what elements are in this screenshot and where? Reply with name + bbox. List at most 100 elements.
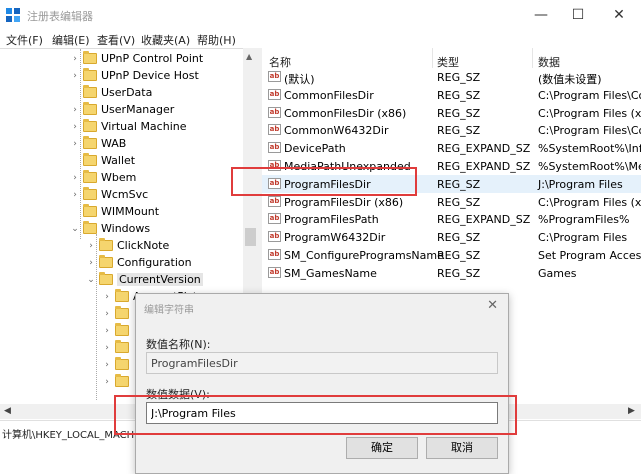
menu-help[interactable]: 帮助(H) xyxy=(197,32,236,48)
chevron-right-icon[interactable]: › xyxy=(70,190,80,200)
tree-item[interactable]: › UPnP Control Point xyxy=(70,50,203,67)
chevron-right-icon[interactable]: › xyxy=(70,71,80,81)
chevron-right-icon[interactable]: › xyxy=(70,139,80,149)
edit-string-dialog: 编辑字符串 ✕ 数值名称(N): 数值数据(V): 确定 取消 xyxy=(135,293,509,474)
tree-item[interactable]: › WAB xyxy=(70,135,126,152)
folder-icon xyxy=(83,170,97,183)
chevron-right-icon[interactable]: › xyxy=(70,54,80,64)
string-value-icon: ab xyxy=(268,195,281,207)
tree-item[interactable]: › Virtual Machine xyxy=(70,118,187,135)
string-value-icon: ab xyxy=(268,71,281,82)
tree-item[interactable]: › xyxy=(102,305,133,322)
value-row[interactable]: ab CommonFilesDir REG_SZ C:\Program Files\C… xyxy=(262,86,641,104)
folder-icon xyxy=(83,153,97,166)
value-data-cell: Set Program Access xyxy=(538,249,641,262)
column-divider[interactable] xyxy=(432,48,433,68)
chevron-right-icon[interactable]: › xyxy=(102,292,112,302)
cancel-button[interactable]: 取消 xyxy=(426,437,498,459)
value-name-label: 数值名称(N): xyxy=(146,338,211,351)
scroll-right-arrow-icon[interactable]: ▶ xyxy=(628,406,635,416)
value-type-cell: REG_SZ xyxy=(437,231,481,245)
value-row[interactable]: ab ProgramW6432Dir REG_SZ C:\Program Files xyxy=(262,228,641,246)
chevron-right-icon[interactable]: › xyxy=(86,241,96,251)
value-data-cell: (数值未设置) xyxy=(538,73,602,86)
close-button[interactable]: ✕ xyxy=(597,0,641,30)
string-value-icon: ab xyxy=(268,249,281,260)
string-value-icon: ab xyxy=(268,106,281,118)
value-type-cell: REG_SZ xyxy=(437,106,481,120)
folder-icon xyxy=(83,85,97,98)
dialog-close-icon[interactable]: ✕ xyxy=(487,298,498,313)
value-row[interactable]: ab SM_ConfigureProgramsName REG_SZ Set Prog… xyxy=(262,246,641,264)
tree-item[interactable]: › xyxy=(102,339,133,356)
tree-scroll-thumb[interactable] xyxy=(245,228,256,246)
value-row[interactable]: ab DevicePath REG_EXPAND_SZ %SystemRoot%\In… xyxy=(262,139,641,157)
value-data-cell: C:\Program Files xyxy=(538,231,628,245)
chevron-right-icon[interactable]: › xyxy=(70,173,80,183)
string-value-icon: ab xyxy=(268,124,281,136)
value-data-cell: %SystemRoot%\Me xyxy=(538,160,641,173)
value-data-cell: J:\Program Files xyxy=(538,177,623,191)
chevron-right-icon[interactable]: › xyxy=(102,377,112,387)
menu-edit[interactable]: 编辑(E) xyxy=(52,32,90,48)
menu-file[interactable]: 文件(F) xyxy=(6,32,43,48)
chevron-right-icon[interactable]: › xyxy=(102,360,112,370)
string-value-icon: ab xyxy=(268,213,281,225)
value-type-cell: REG_SZ xyxy=(437,195,481,209)
tree-item[interactable]: › WcmSvc xyxy=(70,186,148,203)
chevron-right-icon[interactable]: › xyxy=(102,343,112,353)
tree-item[interactable]: › Wbem xyxy=(70,169,136,186)
chevron-right-icon[interactable]: › xyxy=(70,122,80,132)
chevron-right-icon[interactable]: › xyxy=(70,105,80,115)
tree-item[interactable]: WIMMount xyxy=(70,203,159,220)
tree-item[interactable]: › UPnP Device Host xyxy=(70,67,199,84)
value-name-cell: CommonW6432Dir xyxy=(284,124,389,138)
chevron-right-icon[interactable]: › xyxy=(86,258,96,268)
tree-item[interactable]: › xyxy=(102,322,133,339)
value-type-cell: REG_EXPAND_SZ xyxy=(437,142,531,156)
string-value-icon: ab xyxy=(268,142,281,154)
column-divider[interactable] xyxy=(532,48,533,68)
scroll-up-arrow-icon[interactable]: ▲ xyxy=(246,52,252,61)
value-row[interactable]: ab SM_GamesName REG_SZ Games xyxy=(262,264,641,282)
chevron-right-icon[interactable]: › xyxy=(102,309,112,319)
value-row[interactable]: ab (默认) REG_SZ (数值未设置) xyxy=(262,68,641,86)
value-name-cell: SM_ConfigureProgramsName xyxy=(284,249,444,262)
folder-icon xyxy=(115,357,129,370)
value-name-cell: SM_GamesName xyxy=(284,266,377,280)
tree-item[interactable]: UserData xyxy=(70,84,152,101)
value-type-cell: REG_SZ xyxy=(437,124,481,138)
tree-item[interactable]: ⌄ Windows xyxy=(70,220,150,237)
folder-icon xyxy=(83,51,97,64)
chevron-down-icon[interactable]: ⌄ xyxy=(70,224,80,234)
value-data-cell: C:\Program Files\Co xyxy=(538,124,641,138)
folder-icon xyxy=(115,289,129,302)
folder-icon xyxy=(83,204,97,217)
menu-view[interactable]: 查看(V) xyxy=(97,32,135,48)
value-type-cell: REG_SZ xyxy=(437,266,481,280)
tree-item[interactable]: Wallet xyxy=(70,152,135,169)
ok-button[interactable]: 确定 xyxy=(346,437,418,459)
tree-item[interactable]: › xyxy=(102,356,133,373)
string-value-icon: ab xyxy=(268,266,281,278)
maximize-button[interactable]: ☐ xyxy=(556,0,600,30)
value-row[interactable]: ab ProgramFilesPath REG_EXPAND_SZ %ProgramF… xyxy=(262,210,641,228)
value-row[interactable]: ab CommonW6432Dir REG_SZ C:\Program Files\C… xyxy=(262,121,641,139)
tree-item[interactable]: › xyxy=(102,373,133,390)
folder-open-icon xyxy=(99,272,113,285)
tree-item[interactable]: › ClickNote xyxy=(86,237,169,254)
value-type-cell: REG_SZ xyxy=(437,88,481,102)
regedit-app-icon xyxy=(6,8,20,22)
highlight-box-selected-value xyxy=(231,167,417,196)
chevron-down-icon[interactable]: ⌄ xyxy=(86,275,96,285)
value-row[interactable]: ab CommonFilesDir (x86) REG_SZ C:\Program F… xyxy=(262,104,641,122)
tree-item[interactable]: › UserManager xyxy=(70,101,174,118)
tree-item[interactable]: › Configuration xyxy=(86,254,192,271)
folder-icon xyxy=(83,221,97,234)
chevron-right-icon[interactable]: › xyxy=(102,326,112,336)
menu-favorites[interactable]: 收藏夹(A) xyxy=(141,32,190,48)
value-name-cell: CommonFilesDir xyxy=(284,88,374,102)
string-value-icon: ab xyxy=(268,88,281,100)
tree-item-selected[interactable]: ⌄ CurrentVersion xyxy=(86,271,203,288)
scroll-left-arrow-icon[interactable]: ◀ xyxy=(4,406,11,416)
